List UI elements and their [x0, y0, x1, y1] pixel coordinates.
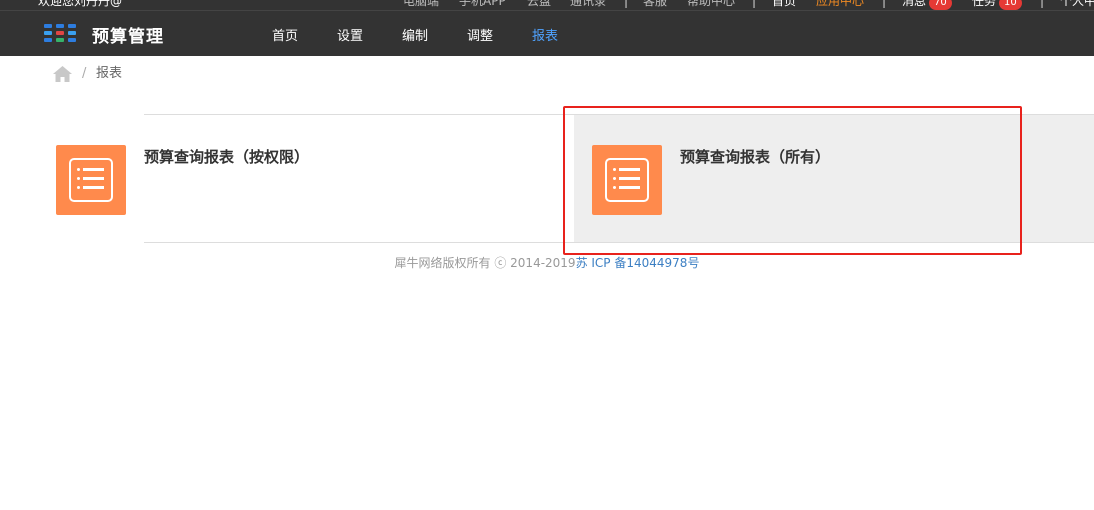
desktop-link[interactable]: 电脑端: [403, 0, 439, 9]
app-grid-logo-icon: [44, 24, 78, 42]
help-center-link[interactable]: 帮助中心: [687, 0, 735, 9]
messages-link[interactable]: 消息 70: [902, 0, 952, 10]
contacts-link[interactable]: 通讯录: [570, 0, 606, 9]
tasks-link[interactable]: 任务 10: [972, 0, 1022, 10]
app-center-link[interactable]: 应用中心: [816, 0, 864, 9]
icp-link[interactable]: 苏 ICP 备14044978号: [576, 256, 700, 270]
cloud-disk-link[interactable]: 云盘: [527, 0, 551, 9]
messages-badge: 70: [929, 0, 952, 10]
report-title-by-permission[interactable]: 预算查询报表（按权限）: [144, 147, 309, 167]
welcome-text: 欢迎您刘丹丹@: [38, 0, 123, 8]
mobile-app-link[interactable]: 手机APP: [459, 0, 506, 9]
top-home-link[interactable]: 首页: [772, 0, 796, 9]
breadcrumb-separator: /: [82, 66, 87, 81]
home-icon[interactable]: [53, 66, 72, 82]
nav-reports[interactable]: 报表: [532, 28, 558, 46]
main-navbar: 预算管理 首页 设置 编制 调整 报表: [0, 11, 1094, 56]
nav-home[interactable]: 首页: [272, 28, 298, 46]
top-utility-bar: 欢迎您刘丹丹@ 电脑端 手机APP 云盘 通讯录 | 客服 帮助中心 | 首页 …: [0, 0, 1094, 10]
report-title-all[interactable]: 预算查询报表（所有）: [680, 147, 830, 167]
nav-adjust[interactable]: 调整: [467, 28, 493, 46]
report-list-icon[interactable]: [56, 145, 126, 215]
divider: [144, 242, 1094, 243]
breadcrumb-current: 报表: [96, 66, 123, 81]
nav-compile[interactable]: 编制: [402, 28, 428, 46]
copyright-text: 犀牛网络版权所有 ⓒ 2014-2019: [394, 256, 576, 270]
report-list-icon[interactable]: [592, 145, 662, 215]
app-title: 预算管理: [92, 27, 164, 47]
nav-settings[interactable]: 设置: [337, 28, 363, 46]
tasks-badge: 10: [999, 0, 1022, 10]
profile-link[interactable]: 个人中: [1060, 0, 1094, 9]
footer: 犀牛网络版权所有 ⓒ 2014-2019苏 ICP 备14044978号: [0, 255, 1094, 271]
customer-service-link[interactable]: 客服: [643, 0, 667, 9]
